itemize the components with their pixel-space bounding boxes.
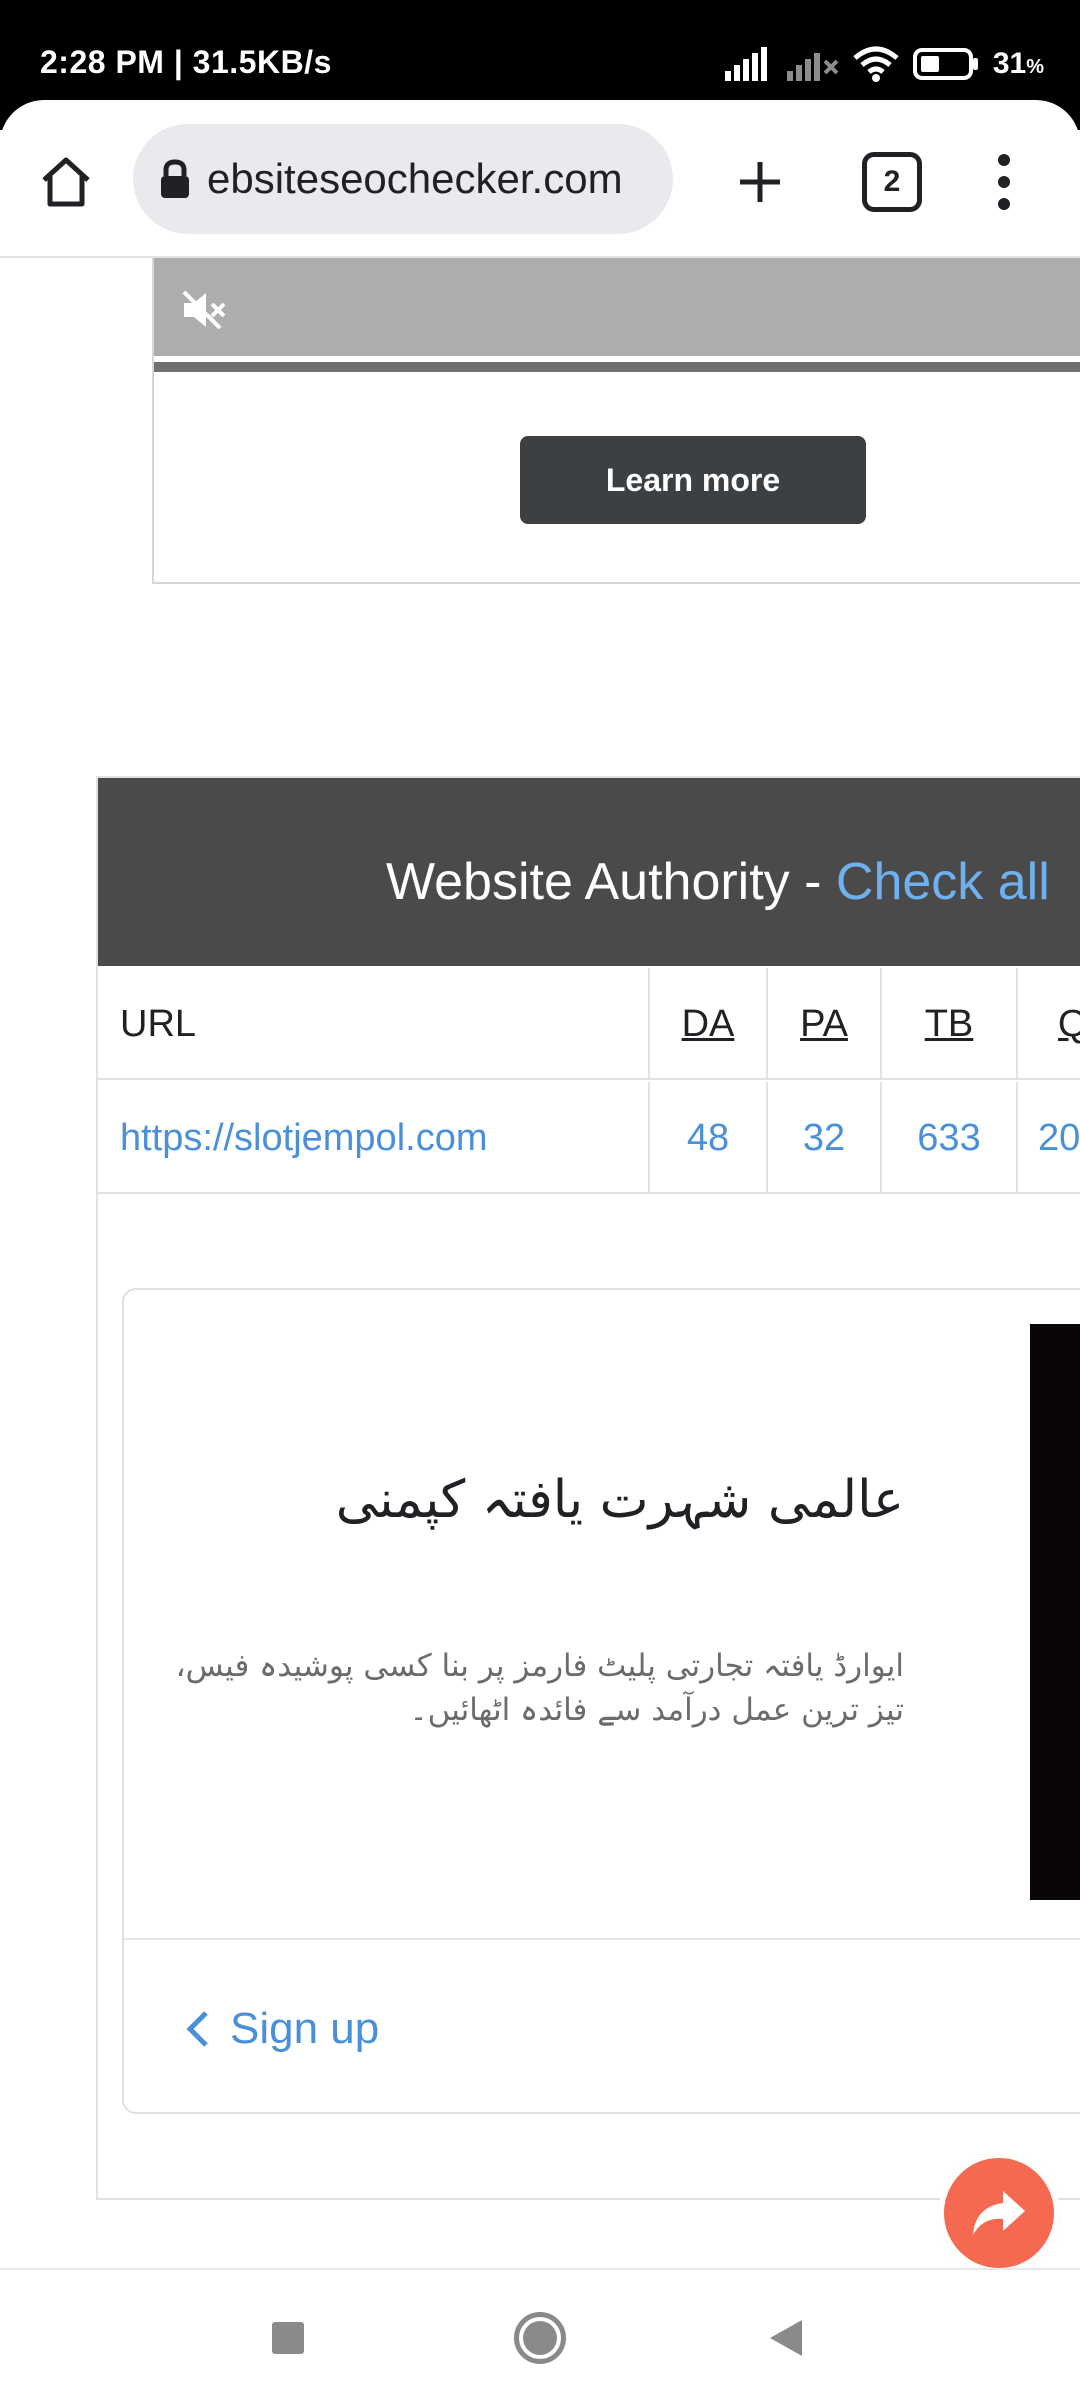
home-button[interactable] <box>34 150 98 214</box>
website-authority-header: Website Authority - Check all <box>98 778 1080 966</box>
video-player[interactable] <box>154 258 1080 356</box>
row-tb: 633 <box>880 1082 1016 1194</box>
sign-up-button[interactable]: Sign up <box>186 2004 379 2054</box>
title-text: Website Authority - <box>386 853 836 911</box>
battery-icon <box>912 48 978 80</box>
status-time: 2:28 PM | 31.5KB/s <box>40 44 332 80</box>
browser-toolbar: ebsiteseochecker.com 2 <box>0 100 1080 258</box>
system-nav-bar <box>0 2268 1080 2400</box>
battery-unit: % <box>1026 56 1044 78</box>
plus-icon <box>740 162 780 202</box>
video-progress <box>154 362 1080 372</box>
header-tb[interactable]: TB <box>880 968 1016 1080</box>
share-button[interactable] <box>944 2158 1054 2268</box>
battery-percent: 31% <box>993 47 1044 81</box>
mute-icon[interactable] <box>180 288 228 332</box>
chevron-left-icon <box>186 2011 208 2047</box>
inner-ad[interactable]: عالمی شہرت یافتہ کپمنی ایوارڈ یافتہ تجار… <box>122 1288 1080 2114</box>
home-icon <box>42 157 90 207</box>
signal-icon <box>724 47 767 81</box>
table-header-row: URL DA PA TB Q <box>98 968 1080 1080</box>
table-row: https://slotjempol.com 48 32 633 20 <box>98 1082 1080 1194</box>
row-q: 20 <box>1016 1082 1080 1194</box>
url-text[interactable]: ebsiteseochecker.com <box>207 155 623 203</box>
address-bar[interactable]: ebsiteseochecker.com <box>133 124 673 234</box>
ad-body: ایوارڈ یافتہ تجارتی پلیٹ فارمز پر بنا کس… <box>175 1648 904 1728</box>
website-authority-title: Website Authority - Check all <box>386 852 1050 912</box>
status-icons: 31% <box>724 44 1044 84</box>
row-url[interactable]: https://slotjempol.com <box>98 1082 648 1194</box>
more-vert-icon[interactable] <box>980 146 1028 218</box>
ad-divider <box>124 1938 1080 1940</box>
lock-icon[interactable] <box>157 157 193 201</box>
wifi-icon <box>853 46 899 82</box>
row-pa: 32 <box>766 1082 880 1194</box>
header-q[interactable]: Q <box>1016 968 1080 1080</box>
video-ad: Learn more <box>152 258 1080 584</box>
ad-image[interactable] <box>1030 1324 1080 1900</box>
back-icon[interactable] <box>770 2320 802 2356</box>
ad-headline[interactable]: عالمی شہرت یافتہ کپمنی <box>336 1470 904 1530</box>
tab-count: 2 <box>883 165 901 198</box>
screen: 2:28 PM | 31.5KB/s 31% ebsiteseochecker.… <box>0 0 1080 2400</box>
website-authority-card: Website Authority - Check all URL DA PA … <box>96 776 1080 2200</box>
header-da[interactable]: DA <box>648 968 766 1080</box>
header-pa[interactable]: PA <box>766 968 880 1080</box>
row-da: 48 <box>648 1082 766 1194</box>
tabs-button[interactable]: 2 <box>862 152 922 212</box>
battery-value: 31 <box>992 47 1027 80</box>
share-icon <box>973 2191 1025 2235</box>
header-url: URL <box>120 1002 197 1045</box>
sign-up-label: Sign up <box>230 2004 380 2053</box>
home-circle-icon[interactable] <box>514 2312 566 2364</box>
recents-icon[interactable] <box>272 2322 304 2354</box>
signal-off-icon <box>786 53 839 81</box>
learn-more-button[interactable]: Learn more <box>520 436 866 524</box>
check-all-link[interactable]: Check all <box>836 853 1050 911</box>
new-tab-button[interactable] <box>728 150 792 214</box>
